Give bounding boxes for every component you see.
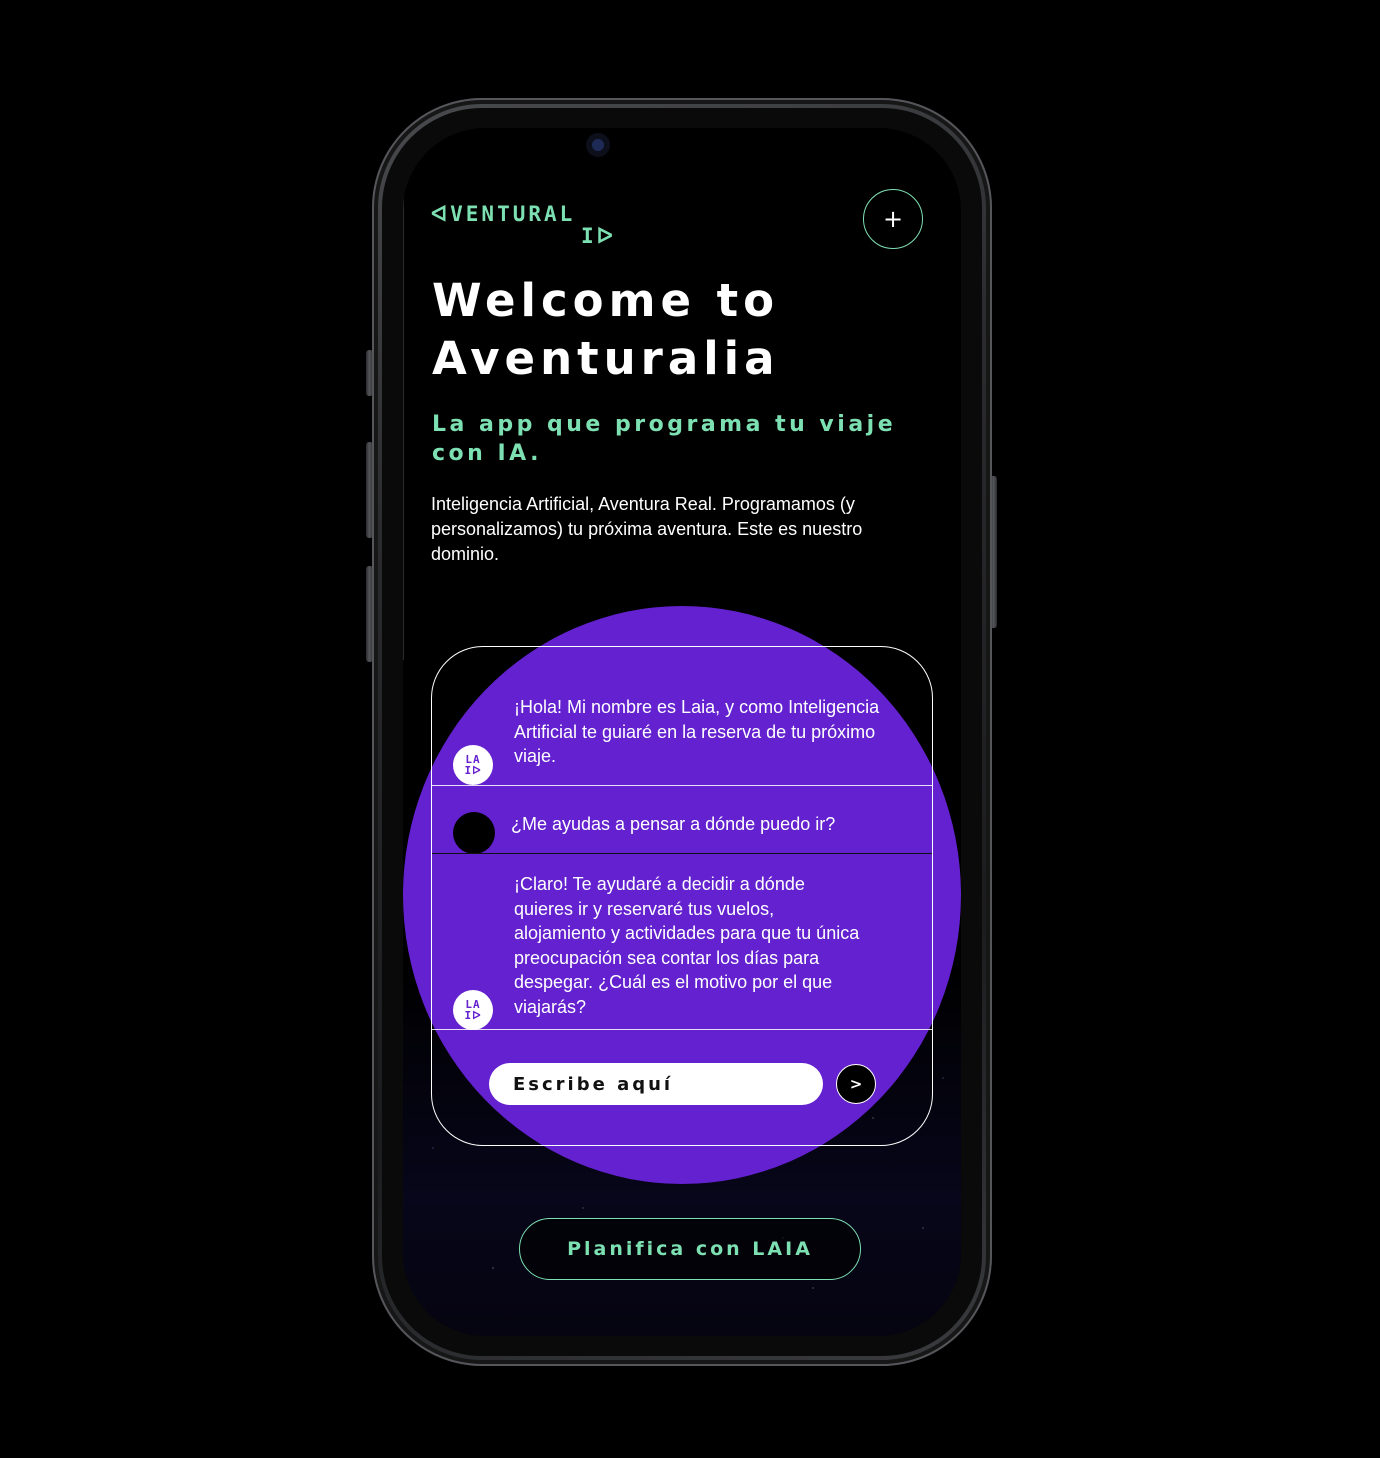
plus-icon: + <box>882 205 904 233</box>
laia-avatar-icon: LA Iᐅ <box>453 990 493 1030</box>
chat-message-text: ¡Claro! Te ayudaré a decidir a dónde qui… <box>514 874 860 1017</box>
page-subtitle: La app que programa tu viaje con IA. <box>432 412 897 466</box>
logo-wordmark-line2: Iᐅ <box>581 224 616 248</box>
avatar-text-bottom: Iᐅ <box>464 1009 482 1022</box>
front-camera-icon <box>586 133 610 157</box>
aventuralia-logo[interactable]: ᐊVENTURAL Iᐅ <box>431 202 631 248</box>
phone-screen: ᐊVENTURAL Iᐅ + Welcome to Aventuralia La… <box>403 128 961 1336</box>
stage: ᐊVENTURAL Iᐅ + Welcome to Aventuralia La… <box>0 0 1380 1458</box>
chat-divider <box>432 1029 932 1030</box>
chat-message-text: ¡Hola! Mi nombre es Laia, y como Intelig… <box>514 697 880 766</box>
avatar-text-bottom: Iᐅ <box>464 764 482 777</box>
laia-avatar-icon: LA Iᐅ <box>453 745 493 785</box>
send-arrow-icon: > <box>849 1075 863 1093</box>
menu-button[interactable]: + <box>863 189 923 249</box>
page-description: Inteligencia Artificial, Aventura Real. … <box>431 494 863 564</box>
page-title: Welcome to Aventuralia <box>432 274 780 385</box>
chat-message-text: ¿Me ayudas a pensar a dónde puedo ir? <box>511 814 836 834</box>
chat-divider <box>432 853 932 854</box>
plan-with-laia-button[interactable]: Planifica con LAIA <box>519 1218 861 1280</box>
logo-wordmark-line1: ᐊVENTURAL <box>431 202 576 226</box>
left-divider <box>403 190 404 660</box>
chat-divider <box>432 785 932 786</box>
chat-card: ¡Hola! Mi nombre es Laia, y como Intelig… <box>431 646 933 1146</box>
chat-input[interactable]: Escribe aquí <box>489 1063 823 1105</box>
send-button[interactable]: > <box>836 1064 876 1104</box>
user-avatar-icon <box>453 812 495 854</box>
